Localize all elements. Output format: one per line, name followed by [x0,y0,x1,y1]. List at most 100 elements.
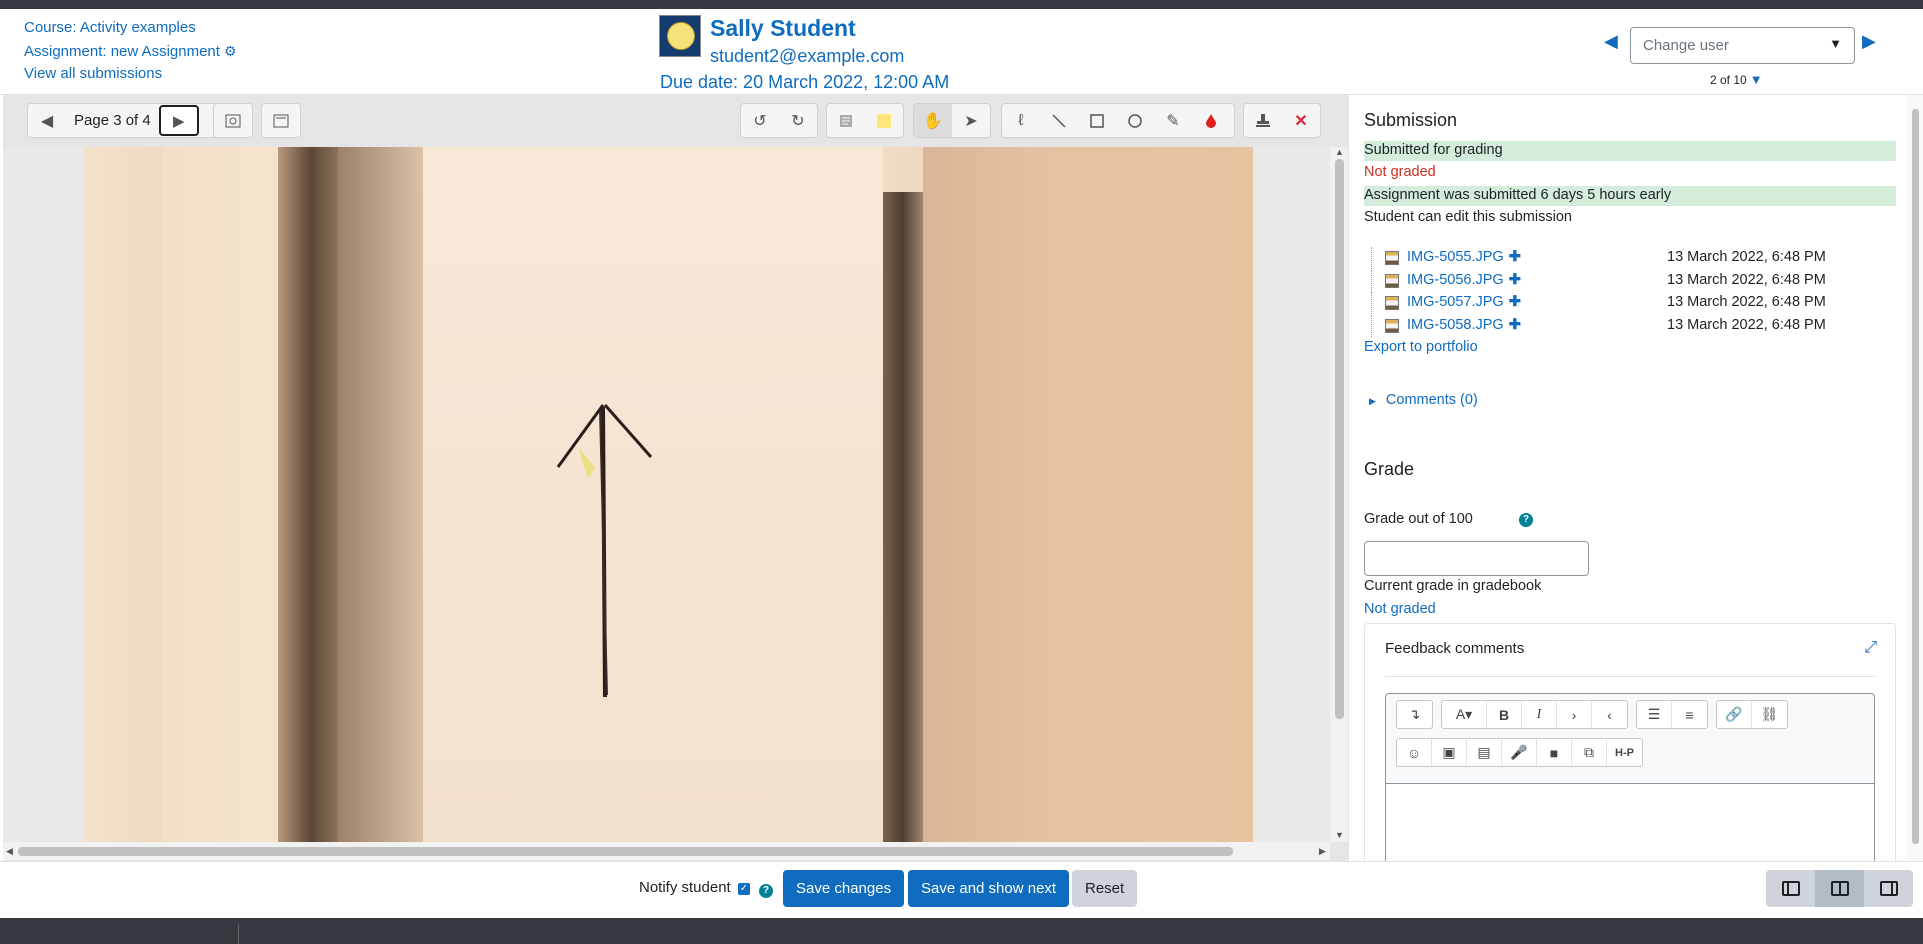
unordered-list-icon[interactable]: ☰ [1637,701,1672,728]
indent-icon[interactable]: › [1557,701,1592,728]
horizontal-scrollbar[interactable]: ◀ ▶ [3,842,1330,860]
file-link[interactable]: IMG-5058.JPG [1407,317,1504,333]
plus-icon[interactable]: ✚ [1509,294,1521,310]
caret-right-icon: ▶ [1369,396,1376,406]
vertical-scrollbar[interactable]: ▲ ▼ [1330,147,1348,842]
grade-label: Grade out of 100 [1364,511,1473,527]
plus-icon[interactable]: ✚ [1509,272,1521,288]
layout-left-icon [1781,881,1800,896]
editor-toolbar-row-2: ☺ ▣ ▤ 🎤 ■ ⧉ H-P [1396,738,1651,768]
arrow-drawing [556,404,653,698]
next-page-button[interactable]: ▶ [158,105,199,136]
feedback-title: Feedback comments [1385,640,1525,657]
bold-icon[interactable]: B [1487,701,1522,728]
gradebook-value-link[interactable]: Not graded [1364,601,1436,617]
expand-comments-icon[interactable] [262,104,300,137]
video-camera-icon[interactable]: ■ [1537,739,1572,766]
media-file-icon[interactable]: ▤ [1467,739,1502,766]
pen-icon[interactable]: ℓ [1002,104,1040,137]
top-dark-bar [0,0,1923,9]
rotate-group: ↺ ↻ [740,103,818,138]
editor-toolbar-row-1: ↴ A▾ B I › ‹ ☰ ≡ 🔗 ⛓ [1396,700,1796,730]
plus-icon[interactable]: ✚ [1509,317,1521,333]
select-pointer-icon[interactable]: ➤ [952,104,990,137]
change-user-select[interactable]: Change user ▼ [1630,27,1855,64]
expand-icon[interactable]: ⤢ [1864,639,1877,657]
save-and-show-next-button[interactable]: Save and show next [908,870,1070,907]
status-timing: Assignment was submitted 6 days 5 hours … [1364,186,1896,206]
search-comments-group [213,103,253,138]
avatar[interactable] [659,15,701,57]
feedback-textarea[interactable] [1386,783,1874,861]
help-icon[interactable]: ? [759,884,774,898]
pan-select-group: ✋ ➤ [913,103,991,138]
search-comments-icon[interactable] [214,104,252,137]
outdent-icon[interactable]: ‹ [1592,701,1627,728]
notify-student: Notify student ✓ ? [639,879,774,898]
layout-split-icon [1830,881,1849,896]
paragraph-style-icon[interactable]: A▾ [1442,701,1487,728]
unlink-icon[interactable]: ⛓ [1752,701,1787,728]
feedback-comments-card: Feedback comments ⤢ ↴ A▾ B I › ‹ ☰ ≡ 🔗 ⛓… [1364,623,1896,861]
course-link[interactable]: Course: Activity examples [24,19,196,36]
color-drop-icon[interactable] [1192,104,1230,137]
collapse-review-panel-button[interactable] [1864,870,1913,907]
chevron-down-icon: ▼ [1829,36,1842,51]
comments-toggle[interactable]: ▶ Comments (0) [1369,392,1478,408]
line-icon[interactable] [1040,104,1078,137]
feedback-editor: ↴ A▾ B I › ‹ ☰ ≡ 🔗 ⛓ ☺ ▣ ▤ 🎤 ■ ⧉ H-P [1385,693,1875,861]
stamp-icon[interactable] [1244,104,1282,137]
filter-icon[interactable]: ▼ [1750,72,1763,87]
image-icon[interactable]: ▣ [1432,739,1467,766]
user-name[interactable]: Sally Student [710,15,856,42]
grade-input[interactable] [1364,541,1589,576]
collapse-grade-panel-button[interactable] [1766,870,1815,907]
highlighter-icon[interactable]: ✎ [1154,104,1192,137]
comment-color-icon[interactable] [865,104,903,137]
reset-button[interactable]: Reset [1072,870,1138,907]
status-submitted: Submitted for grading [1364,141,1896,161]
emoji-icon[interactable]: ☺ [1397,739,1432,766]
link-icon[interactable]: 🔗 [1717,701,1752,728]
delete-annotation-icon[interactable]: ✕ [1282,104,1320,137]
rectangle-icon[interactable] [1078,104,1116,137]
previous-page-button[interactable]: ◀ [28,104,66,137]
manage-files-icon[interactable]: ⧉ [1572,739,1607,766]
notify-checkbox[interactable]: ✓ [737,883,750,895]
hand-pan-icon[interactable]: ✋ [914,104,952,137]
help-icon[interactable]: ? [1519,513,1533,527]
rotate-left-icon[interactable]: ↺ [741,104,779,137]
panel-scrollbar[interactable] [1907,95,1923,861]
next-user-icon[interactable]: ▶ [1862,31,1876,52]
user-email[interactable]: student2@example.com [710,46,904,67]
file-link[interactable]: IMG-5056.JPG [1407,272,1504,288]
assignment-link[interactable]: Assignment: new Assignment [24,43,220,60]
gear-icon[interactable]: ⚙ [224,40,237,63]
microphone-icon[interactable]: 🎤 [1502,739,1537,766]
file-link[interactable]: IMG-5055.JPG [1407,249,1504,265]
status-editable: Student can edit this submission [1364,209,1572,225]
document-page[interactable] [3,147,1330,842]
comment-icon[interactable] [827,104,865,137]
page-label: Page 3 of 4 [74,112,151,129]
file-row: IMG-5055.JPG ✚ 13 March 2022, 6:48 PM [1371,247,1891,270]
ordered-list-icon[interactable]: ≡ [1672,701,1707,728]
toolbar-toggle-icon[interactable]: ↴ [1397,701,1432,728]
file-link[interactable]: IMG-5057.JPG [1407,294,1504,310]
default-layout-button[interactable] [1815,870,1864,907]
save-changes-button[interactable]: Save changes [783,870,905,907]
file-date: 13 March 2022, 6:48 PM [1667,271,1826,288]
view-all-submissions-link[interactable]: View all submissions [24,65,162,82]
oval-icon[interactable] [1116,104,1154,137]
comment-group [826,103,904,138]
export-to-portfolio-link[interactable]: Export to portfolio [1364,339,1478,355]
rotate-right-icon[interactable]: ↻ [779,104,817,137]
expand-comments-group [261,103,301,138]
previous-user-icon[interactable]: ◀ [1604,31,1618,52]
italic-icon[interactable]: I [1522,701,1557,728]
annotation-toolbar: ◀ Page 3 of 4 ▶ ↺ ↻ ✋ ➤ ℓ ✎ ✕ [3,95,1348,147]
file-row: IMG-5058.JPG ✚ 13 March 2022, 6:48 PM [1371,314,1891,338]
h5p-icon[interactable]: H-P [1607,739,1642,766]
plus-icon[interactable]: ✚ [1509,249,1521,265]
image-file-icon [1385,251,1399,265]
